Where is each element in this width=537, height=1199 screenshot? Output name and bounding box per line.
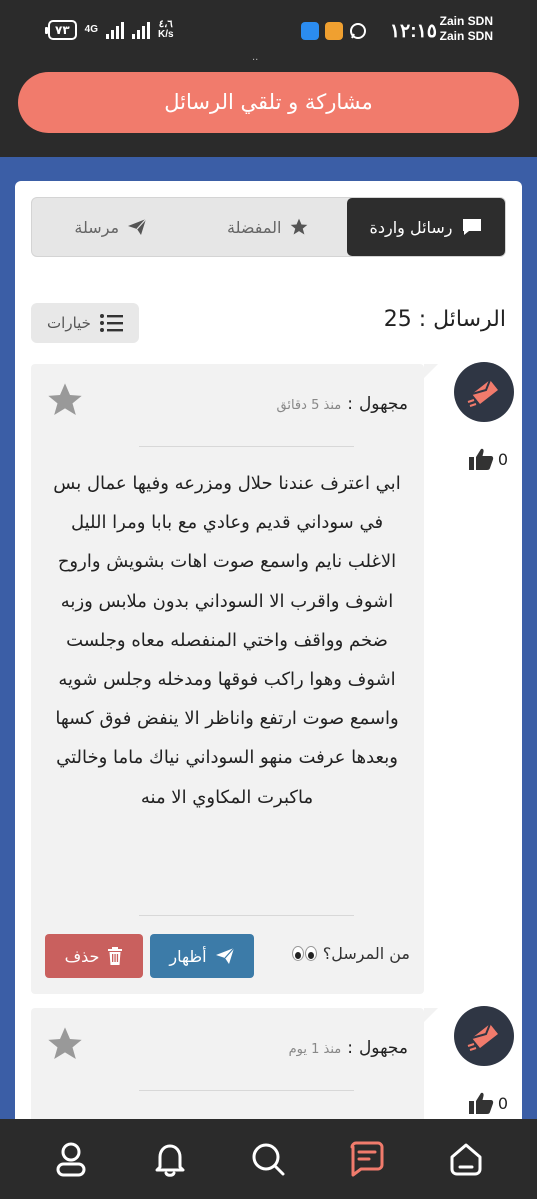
nav-search[interactable] [242, 1133, 294, 1185]
carrier-2: Zain SDN [439, 29, 493, 43]
message-card: مجهول : منذ 5 دقائق ابي اعترف عندنا حلال… [31, 364, 438, 994]
user-icon [56, 1142, 86, 1177]
nav-messages[interactable] [341, 1133, 393, 1185]
chat-bubble-icon [462, 219, 481, 235]
who-sent: من المرسل؟ [291, 944, 410, 963]
header-title-button[interactable]: مشاركة و تلقي الرسائل [18, 72, 519, 133]
carrier-names: Zain SDN Zain SDN [440, 14, 493, 44]
like-button[interactable]: 0 [468, 1091, 508, 1115]
sender-name: مجهول [358, 1038, 408, 1058]
search-icon [252, 1143, 285, 1176]
status-bar: ٧٣ 4G ٤،٦ K/s ١٢:١٥ Zain SDN Zain SDN .. [0, 0, 537, 63]
sender-avatar [454, 362, 514, 422]
messages-card: رسائل واردة المفضلة مرسلة الرسائل : 25 خ… [15, 181, 522, 1181]
delete-button[interactable]: حذف [45, 934, 143, 978]
message-header: مجهول : منذ 5 دقائق [277, 394, 408, 414]
tab-sent[interactable]: مرسلة [32, 198, 190, 256]
bell-icon [155, 1144, 185, 1177]
app-header: مشاركة و تلقي الرسائل [0, 62, 537, 157]
app-notification-icon [301, 22, 319, 40]
reveal-label: أظهار [169, 946, 207, 966]
paper-plane-icon [128, 218, 147, 235]
like-count: 0 [497, 449, 508, 469]
favorite-star-icon[interactable] [45, 1024, 85, 1064]
count-row: الرسائل : 25 خيارات [31, 303, 506, 343]
like-button[interactable]: 0 [468, 447, 508, 471]
trash-icon [108, 947, 123, 965]
delete-label: حذف [64, 946, 100, 966]
message-actions: حذف أظهار من المرسل؟ [45, 934, 410, 978]
messages-icon [350, 1141, 384, 1177]
thumbs-up-icon [468, 1092, 493, 1114]
divider [139, 1090, 354, 1091]
signal-icon [106, 21, 124, 39]
nav-notifications[interactable] [144, 1133, 196, 1185]
tab-sent-label: مرسلة [74, 217, 120, 237]
header-separator: : [347, 1038, 353, 1058]
list-icon [99, 314, 123, 332]
reveal-button[interactable]: أظهار [150, 934, 254, 978]
notification-icons [301, 22, 367, 44]
paper-plane-icon [215, 947, 235, 964]
message-body: ابي اعترف عندنا حلال ومزرعه وفيها عمال ب… [53, 473, 401, 808]
tab-favorites-label: المفضلة [227, 217, 282, 237]
battery-indicator: ٧٣ [45, 20, 77, 40]
carrier-1: Zain SDN [439, 14, 493, 28]
like-count: 0 [497, 1093, 508, 1113]
message-time: منذ 1 يوم [288, 1042, 342, 1057]
speed-unit: K/s [158, 29, 174, 40]
favorite-star-icon[interactable] [45, 380, 85, 420]
divider [139, 446, 354, 447]
eyes-icon [291, 946, 317, 961]
network-speed: ٤،٦ K/s [158, 20, 174, 40]
status-time: ١٢:١٥ [389, 21, 437, 42]
tab-favorites[interactable]: المفضلة [190, 198, 348, 256]
sender-name: مجهول [358, 394, 408, 414]
status-left: ٧٣ 4G ٤،٦ K/s [45, 20, 174, 40]
home-icon [450, 1143, 482, 1176]
message-time: منذ 5 دقائق [276, 398, 342, 413]
whatsapp-icon [349, 22, 367, 44]
bottom-nav [0, 1119, 537, 1199]
envelope-icon [467, 1023, 498, 1051]
tab-bar: رسائل واردة المفضلة مرسلة [31, 197, 506, 257]
who-sent-label: من المرسل؟ [322, 944, 410, 963]
star-icon [291, 218, 308, 235]
tab-inbox-label: رسائل واردة [369, 217, 453, 237]
message-header: مجهول : منذ 1 يوم [289, 1038, 408, 1058]
network-type: 4G [84, 24, 98, 35]
options-label: خيارات [47, 314, 91, 332]
options-button[interactable]: خيارات [31, 303, 139, 343]
messages-count: الرسائل : 25 [383, 307, 506, 332]
envelope-icon [467, 379, 498, 407]
thumbs-up-icon [468, 448, 493, 470]
nav-home[interactable] [440, 1133, 492, 1185]
signal-icon-2 [132, 21, 150, 39]
sender-avatar [454, 1006, 514, 1066]
header-separator: : [347, 394, 353, 414]
nav-profile[interactable] [45, 1133, 97, 1185]
tab-inbox[interactable]: رسائل واردة [347, 198, 505, 256]
divider [139, 915, 354, 916]
app-notification-icon-2 [325, 22, 343, 40]
